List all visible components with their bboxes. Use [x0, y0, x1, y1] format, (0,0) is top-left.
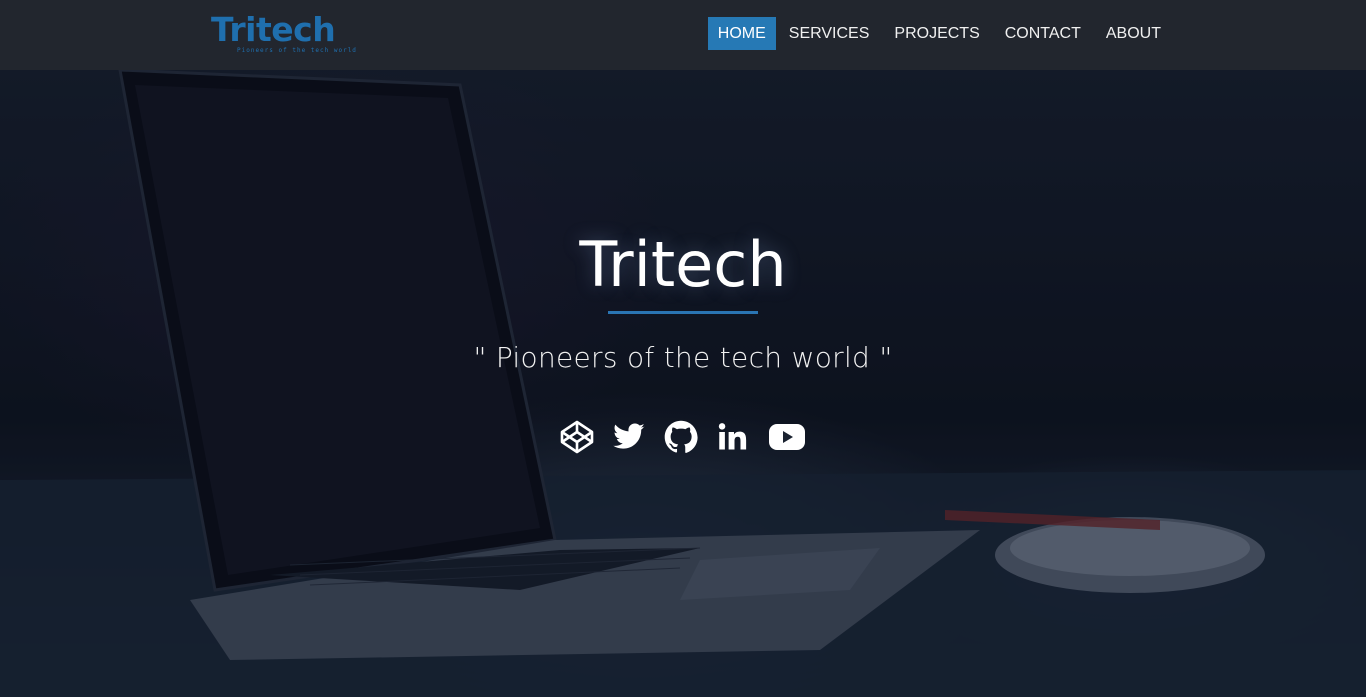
- hero-tagline: " Pioneers of the tech world ": [473, 341, 893, 374]
- youtube-icon[interactable]: [768, 420, 806, 454]
- nav-services[interactable]: SERVICES: [777, 17, 882, 50]
- hero-divider: [608, 311, 758, 314]
- twitter-icon[interactable]: [612, 420, 646, 454]
- nav-home[interactable]: HOME: [707, 17, 776, 50]
- linkedin-icon[interactable]: [716, 420, 750, 454]
- nav-about[interactable]: ABOUT: [1094, 17, 1173, 50]
- brand-tagline: Pioneers of the tech world: [237, 47, 357, 54]
- navbar: Tritech Pioneers of the tech world HOME …: [0, 0, 1366, 70]
- nav-projects[interactable]: PROJECTS: [882, 17, 991, 50]
- nav-contact[interactable]: CONTACT: [993, 17, 1093, 50]
- hero-content: Tritech " Pioneers of the tech world ": [0, 225, 1366, 454]
- brand-logo[interactable]: Tritech Pioneers of the tech world: [211, 10, 356, 58]
- github-icon[interactable]: [664, 420, 698, 454]
- codepen-icon[interactable]: [560, 420, 594, 454]
- hero-title: Tritech: [579, 228, 787, 301]
- main-nav: HOME SERVICES PROJECTS CONTACT ABOUT: [707, 17, 1173, 50]
- brand-name: Tritech: [211, 10, 336, 49]
- social-links: [0, 420, 1366, 454]
